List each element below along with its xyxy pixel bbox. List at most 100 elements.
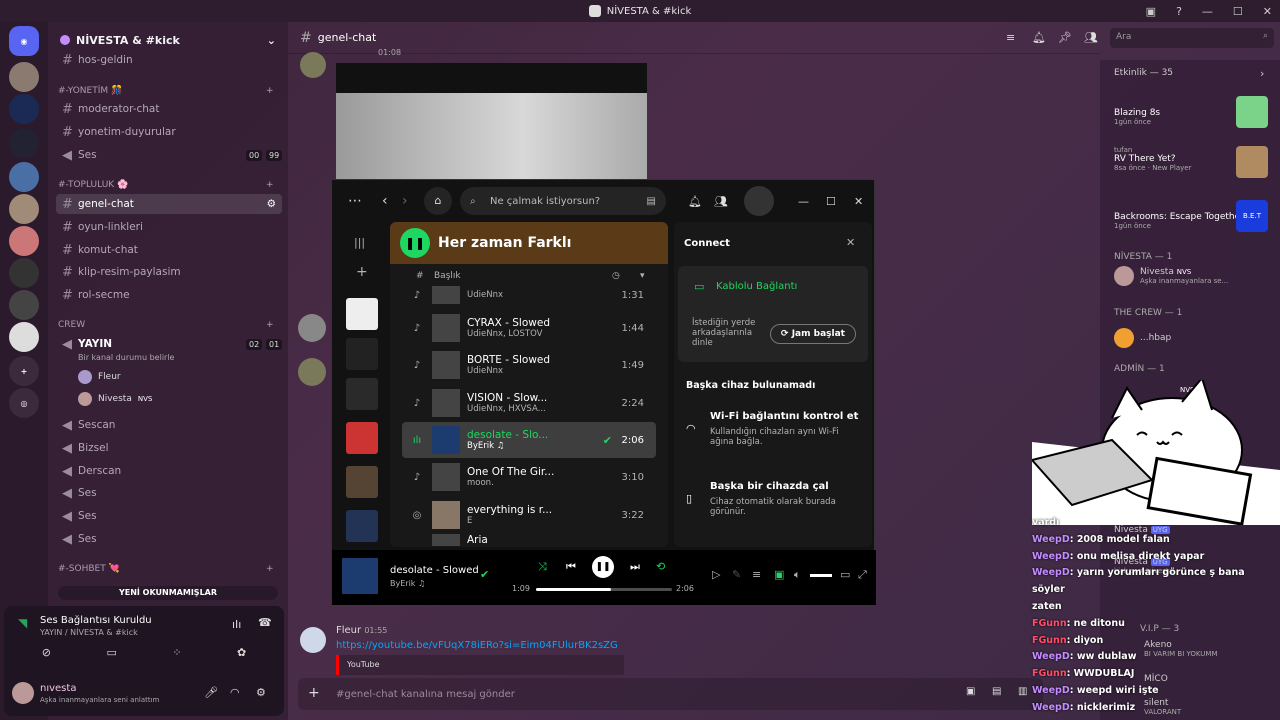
now-playing-artist[interactable]: ByErik ♫ xyxy=(390,579,425,588)
saved-check-icon[interactable]: ✔ xyxy=(480,568,489,581)
gear-icon[interactable]: ⚙ xyxy=(267,198,276,210)
minimize-icon[interactable]: — xyxy=(798,195,809,208)
next-icon[interactable]: ⏭︎ xyxy=(630,560,640,574)
members-icon[interactable]: 👥︎ xyxy=(1084,31,1098,44)
server-icon[interactable] xyxy=(9,162,39,192)
close-icon[interactable]: ✕ xyxy=(1263,5,1272,18)
library-item[interactable] xyxy=(346,338,378,370)
shuffle-icon[interactable]: ⤨ xyxy=(538,560,547,574)
track-row-playing[interactable]: ılı desolate - Slo... ByErik ♫ ✔ 2:06 xyxy=(402,422,656,458)
server-icon[interactable] xyxy=(9,322,39,352)
gear-icon[interactable]: ⚙ xyxy=(256,686,266,699)
channel-ses[interactable]: ◀ Ses 00 99 xyxy=(56,145,283,165)
track-row[interactable]: ◎ everything is r... E 3:22 xyxy=(402,497,656,533)
sticker-icon[interactable]: ▥ xyxy=(1018,686,1027,697)
add-channel-icon[interactable]: + xyxy=(266,180,274,190)
server-icon[interactable] xyxy=(9,94,39,124)
track-row[interactable]: ♪ One Of The Gir... moon. 3:10 xyxy=(402,459,656,495)
home-icon[interactable]: ⌂ xyxy=(424,187,452,215)
volume-slider[interactable] xyxy=(810,574,832,577)
voice-user-nivesta[interactable]: Nivesta NVS xyxy=(78,392,152,406)
voice-user-fleur[interactable]: Fleur xyxy=(78,370,121,384)
microphone-icon[interactable]: 🎤︎ xyxy=(204,686,218,699)
member-crew[interactable]: ...hbap xyxy=(1114,328,1171,348)
repeat-icon[interactable]: ⟲ xyxy=(656,560,665,573)
channel-ses-2[interactable]: ◀ Ses xyxy=(56,506,282,526)
now-playing-view-icon[interactable]: ▷ xyxy=(712,568,720,581)
track-row[interactable]: ♪ CYRAX - Slowed UdieNnx, LOSTOV 1:44 xyxy=(402,310,656,346)
soundboard-icon[interactable]: ✿ xyxy=(237,646,246,668)
threads-icon[interactable]: ≡ xyxy=(1006,31,1015,44)
pause-icon[interactable]: ❚❚ xyxy=(400,228,430,258)
channel-komut-chat[interactable]: # komut-chat xyxy=(56,240,282,260)
maximize-icon[interactable]: ☐ xyxy=(826,195,836,208)
category-topluluk[interactable]: #-TOPLULUK 🌸 + xyxy=(58,180,274,190)
track-row[interactable]: ♪ BORTE - Slowed UdieNnx 1:49 xyxy=(402,347,656,383)
discord-home-icon[interactable]: ◉ xyxy=(9,26,39,56)
server-icon[interactable] xyxy=(9,128,39,158)
add-channel-icon[interactable]: + xyxy=(266,320,274,330)
channel-yonetim-duyurular[interactable]: # yonetim-duyurular xyxy=(56,122,282,142)
avatar[interactable] xyxy=(300,52,326,78)
message-link[interactable]: https://youtube.be/vFUqX78iERo?si=Eim04F… xyxy=(336,640,618,651)
category-sohbet[interactable]: #-SOHBET 💘 + xyxy=(58,564,274,574)
channel-derscan[interactable]: ◀ Derscan xyxy=(56,461,282,481)
camera-off-icon[interactable]: ⊘ xyxy=(42,646,51,668)
server-icon[interactable] xyxy=(9,62,39,92)
forward-icon[interactable]: › xyxy=(402,193,408,209)
activity-card[interactable]: Backrooms: Escape Together 1gün önce B.E.T xyxy=(1114,200,1274,232)
previous-icon[interactable]: ⏮︎ xyxy=(566,560,576,574)
back-icon[interactable]: ‹ xyxy=(382,193,388,209)
close-icon[interactable]: ✕ xyxy=(846,236,855,249)
channel-rol-secme[interactable]: # rol-secme xyxy=(56,285,282,305)
library-item[interactable] xyxy=(346,466,378,498)
voice-channel[interactable]: YAYIN / NİVESTA & #kick xyxy=(40,628,138,637)
server-icon[interactable] xyxy=(9,226,39,256)
jam-button[interactable]: ⟳ Jam başlat xyxy=(770,324,856,344)
library-item[interactable] xyxy=(346,298,378,330)
channel-sescan[interactable]: ◀ Sescan xyxy=(56,415,282,435)
progress-bar[interactable] xyxy=(536,588,672,591)
avatar[interactable] xyxy=(744,186,774,216)
close-icon[interactable]: ✕ xyxy=(854,195,863,208)
headphones-icon[interactable]: ◠ xyxy=(230,686,240,699)
add-server-icon[interactable]: + xyxy=(9,356,39,386)
spotify-search-input[interactable]: ⌕ Ne çalmak istiyorsun? ▤ xyxy=(460,187,666,215)
queue-icon[interactable]: ≡ xyxy=(752,568,761,581)
channel-bizsel[interactable]: ◀ Bizsel xyxy=(56,438,282,458)
add-attachment-icon[interactable]: + xyxy=(308,685,320,701)
library-item[interactable] xyxy=(346,378,378,410)
activity-icon[interactable]: ⁘ xyxy=(172,646,181,668)
activity-card[interactable]: Blazing 8s 1gün önce xyxy=(1114,96,1274,128)
track-row[interactable]: ♪ VISION - Slow... UdieNnx, HXVSA... 2:24 xyxy=(402,385,656,421)
inbox-icon[interactable]: ▣ xyxy=(1146,5,1156,18)
category-yonetim[interactable]: #-YONETİM 🎊 + xyxy=(58,86,274,96)
channel-ses-3[interactable]: ◀ Ses xyxy=(56,529,282,549)
search-input[interactable]: Ara ⌕ xyxy=(1110,28,1274,48)
message-input[interactable]: #genel-chat kanalına mesaj gönder + ▣ ▤ … xyxy=(298,678,1043,710)
lyrics-icon[interactable]: ✎ xyxy=(732,568,741,581)
avatar[interactable] xyxy=(12,682,34,704)
add-channel-icon[interactable]: + xyxy=(266,564,274,574)
minimize-icon[interactable]: — xyxy=(1202,5,1213,18)
pause-icon[interactable]: ❚❚ xyxy=(592,556,614,578)
avatar[interactable] xyxy=(298,358,326,386)
server-icon[interactable] xyxy=(9,194,39,224)
pin-icon[interactable]: 📌︎ xyxy=(1058,31,1072,44)
library-item[interactable] xyxy=(346,510,378,542)
now-playing-cover[interactable] xyxy=(342,558,378,594)
track-row[interactable]: ♪ UdieNnx 1:31 xyxy=(402,286,656,304)
channel-yayin[interactable]: ◀ YAYIN 02 01 xyxy=(56,334,283,354)
discover-icon[interactable]: ◎ xyxy=(9,388,39,418)
channel-hos-geldin[interactable]: # hos-geldin xyxy=(56,50,282,70)
device-name[interactable]: Kablolu Bağlantı xyxy=(716,281,797,292)
connect-device-icon[interactable]: ▣ xyxy=(774,568,784,581)
message-author[interactable]: Fleur xyxy=(336,625,361,636)
fullscreen-icon[interactable]: ⤢ xyxy=(858,568,867,582)
maximize-icon[interactable]: ☐ xyxy=(1233,5,1243,18)
channel-oyun-linkleri[interactable]: # oyun-linkleri xyxy=(56,217,282,237)
track-row[interactable]: Aria xyxy=(402,534,656,546)
gif-icon[interactable]: ▤ xyxy=(992,686,1001,697)
noise-suppression-icon[interactable]: ıIı xyxy=(232,618,241,631)
bell-icon[interactable]: 🔔︎ xyxy=(1032,31,1046,44)
